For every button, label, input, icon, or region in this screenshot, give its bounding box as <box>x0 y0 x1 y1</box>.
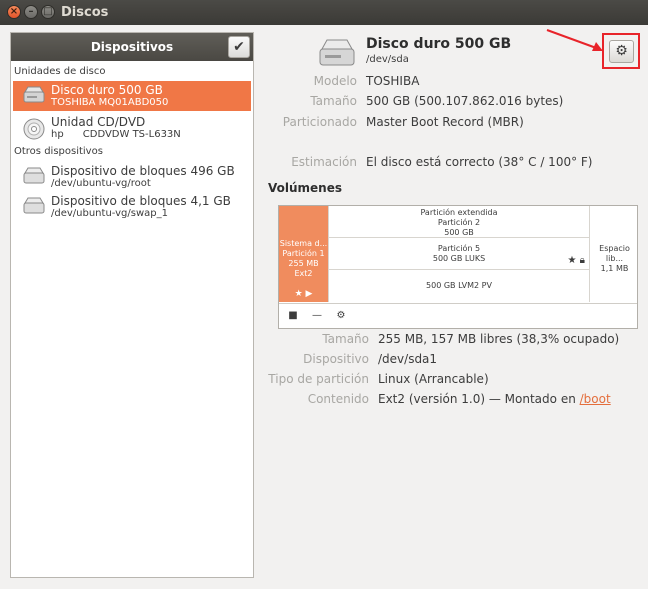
volume-segment-lvm[interactable]: 500 GB LVM2 PV <box>328 270 589 302</box>
device-subtitle: /dev/ubuntu-vg/swap_1 <box>51 208 168 219</box>
annotation-arrow-icon <box>546 29 603 51</box>
segment-status-icons: ★ 🔒︎ <box>568 256 585 266</box>
gears-icon: ⚙ <box>336 310 346 321</box>
partitioning-value: Master Boot Record (MBR) <box>366 115 524 129</box>
segment-partition: Partición 2 <box>437 218 481 227</box>
device-subtitle: TOSHIBA MQ01ABD050 <box>51 97 169 108</box>
title-bar: × – □ Discos <box>0 0 648 25</box>
size-label: Tamaño <box>310 94 357 108</box>
segment-size: 255 MB Ext2 <box>288 259 319 278</box>
disk-device-path: /dev/sda <box>366 54 409 65</box>
volume-segment-partition-1[interactable]: Sistema d... Partición 1 255 MB Ext2 ★ ▶ <box>279 206 328 302</box>
partition-type-label: Tipo de partición <box>268 372 369 386</box>
mounted-play-icon: ▶ <box>305 289 313 299</box>
segment-size: 500 GB <box>444 228 474 237</box>
hard-disk-icon <box>22 85 46 110</box>
volume-segment-free-space[interactable]: Espacio lib... 1,1 MB <box>589 206 638 302</box>
assessment-label: Estimación <box>291 155 357 169</box>
partition-type-value: Linux (Arrancable) <box>378 372 489 386</box>
disk-title: Disco duro 500 GB <box>366 36 512 52</box>
devices-header: Dispositivos ✔ <box>11 33 253 61</box>
hard-disk-icon <box>317 37 357 74</box>
volume-device-label: Dispositivo <box>303 352 369 366</box>
section-other-devices: Otros dispositivos <box>14 146 103 157</box>
unmount-button[interactable]: ■ <box>285 308 301 324</box>
maximize-icon: □ <box>43 6 53 17</box>
segment-name: Espacio lib... <box>599 244 630 263</box>
device-subtitle: /dev/ubuntu-vg/root <box>51 178 151 189</box>
volume-device-value: /dev/sda1 <box>378 352 438 366</box>
section-disk-drives: Unidades de disco <box>14 66 106 77</box>
drive-options-button[interactable]: ⚙ <box>609 40 634 63</box>
segment-name: Sistema d... <box>279 239 328 248</box>
minus-icon: — <box>312 310 322 321</box>
segment-status-icons: ★ ▶ <box>279 289 328 299</box>
delete-partition-button[interactable]: — <box>309 308 325 324</box>
segment-size: 1,1 MB <box>600 264 629 273</box>
stop-icon: ■ <box>288 310 298 321</box>
partition-options-button[interactable]: ⚙ <box>333 308 349 324</box>
device-name: Dispositivo de bloques 496 GB <box>51 164 235 178</box>
device-subtitle: hp CDDVDW TS-L633N <box>51 129 181 140</box>
size-value: 500 GB (500.107.862.016 bytes) <box>366 94 564 108</box>
window-title: Discos <box>61 5 109 20</box>
contents-text: Ext2 (versión 1.0) — Montado en <box>378 392 580 406</box>
checkmark-icon: ✔ <box>233 39 245 55</box>
block-device-icon <box>22 196 46 221</box>
volume-size-value: 255 MB, 157 MB libres (38,3% ocupado) <box>378 332 620 346</box>
device-item-optical-drive[interactable]: Unidad CD/DVD hp CDDVDW TS-L633N <box>13 113 251 143</box>
segment-partition: Partición 1 <box>282 249 325 258</box>
minimize-window-button[interactable]: – <box>24 5 38 19</box>
segment-size: 500 GB LUKS <box>432 254 486 263</box>
close-window-button[interactable]: × <box>7 5 21 19</box>
star-icon: ★ <box>294 289 303 299</box>
partitioning-label: Particionado <box>282 115 357 129</box>
devices-panel: Dispositivos ✔ Unidades de disco Disco d… <box>10 32 254 578</box>
segment-name: Partición extendida <box>420 208 498 217</box>
devices-header-title: Dispositivos <box>90 40 174 54</box>
volumes-heading: Volúmenes <box>268 181 342 195</box>
highlight-box: ⚙ <box>602 33 640 69</box>
mount-point-link[interactable]: /boot <box>580 392 611 406</box>
lock-icon: 🔒︎ <box>579 255 585 266</box>
volume-size-label: Tamaño <box>322 332 369 346</box>
device-item-hard-disk[interactable]: Disco duro 500 GB TOSHIBA MQ01ABD050 <box>13 81 251 111</box>
segment-size: 500 GB LVM2 PV <box>426 281 492 290</box>
star-icon: ★ <box>567 255 577 266</box>
device-name: Unidad CD/DVD <box>51 115 146 129</box>
minimize-icon: – <box>28 6 34 17</box>
segment-partition: Partición 5 <box>437 244 481 253</box>
selection-mode-button[interactable]: ✔ <box>228 36 250 58</box>
assessment-value: El disco está correcto (38° C / 100° F) <box>366 155 593 169</box>
model-value: TOSHIBA <box>366 74 420 88</box>
contents-label: Contenido <box>307 392 369 406</box>
volume-segment-luks[interactable]: Partición 5 500 GB LUKS ★ 🔒︎ <box>328 238 589 270</box>
device-name: Disco duro 500 GB <box>51 83 163 97</box>
gear-icon: ⚙ <box>615 43 628 59</box>
device-item-block-swap[interactable]: Dispositivo de bloques 4,1 GB /dev/ubunt… <box>13 192 251 222</box>
optical-disc-icon <box>22 117 46 144</box>
volume-toolbar: ■ — ⚙ <box>279 303 637 328</box>
volume-map: Sistema d... Partición 1 255 MB Ext2 ★ ▶… <box>278 205 638 329</box>
close-icon: × <box>9 6 19 17</box>
device-name: Dispositivo de bloques 4,1 GB <box>51 194 231 208</box>
device-item-block-root[interactable]: Dispositivo de bloques 496 GB /dev/ubunt… <box>13 162 251 192</box>
model-label: Modelo <box>313 74 357 88</box>
maximize-window-button[interactable]: □ <box>41 5 55 19</box>
contents-value: Ext2 (versión 1.0) — Montado en /boot <box>378 392 611 406</box>
block-device-icon <box>22 166 46 191</box>
volume-segment-extended[interactable]: Partición extendida Partición 2 500 GB <box>328 206 589 238</box>
